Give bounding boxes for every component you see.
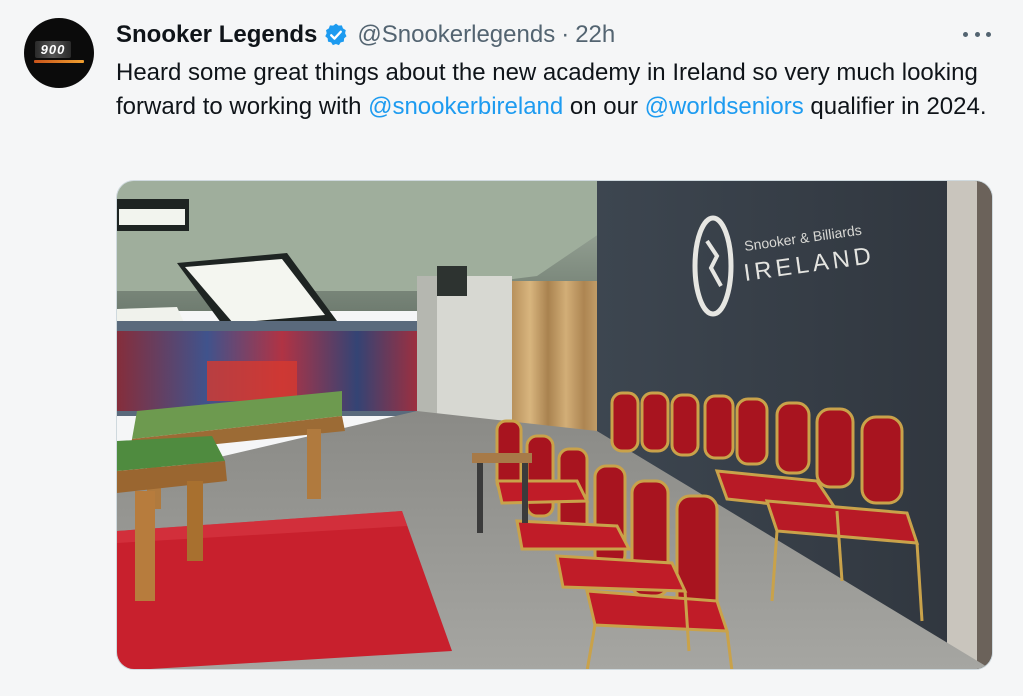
more-dot (963, 31, 968, 37)
tweet-photo[interactable]: Snooker & Billiards IRELAND (116, 180, 993, 670)
tweet-card[interactable]: 900 Snooker Legends @Snookerlegends · 22… (0, 0, 1023, 696)
tweet-text-part: qualifier in 2024. (803, 93, 987, 120)
avatar-logo-stripe (34, 60, 84, 63)
more-dot (974, 31, 980, 37)
tweet-text: Heard some great things about the new ac… (116, 56, 996, 124)
academy-photo-illustration: Snooker & Billiards IRELAND (117, 181, 992, 669)
more-options-icon[interactable] (961, 22, 993, 46)
mention-link[interactable]: @worldseniors (645, 93, 804, 120)
mention-link[interactable]: @snookerbireland (368, 93, 563, 120)
more-dot (986, 31, 991, 37)
avatar[interactable]: 900 (24, 18, 94, 88)
timestamp[interactable]: 22h (575, 21, 615, 49)
avatar-logo-text: 900 (34, 40, 72, 58)
tweet-header: Snooker Legends @Snookerlegends · 22h (116, 18, 615, 52)
verified-badge-icon[interactable] (323, 22, 349, 48)
separator-dot: · (561, 21, 570, 48)
tweet-text-part: on our (563, 93, 645, 120)
display-name[interactable]: Snooker Legends (116, 21, 317, 49)
user-handle[interactable]: @Snookerlegends (357, 21, 555, 49)
